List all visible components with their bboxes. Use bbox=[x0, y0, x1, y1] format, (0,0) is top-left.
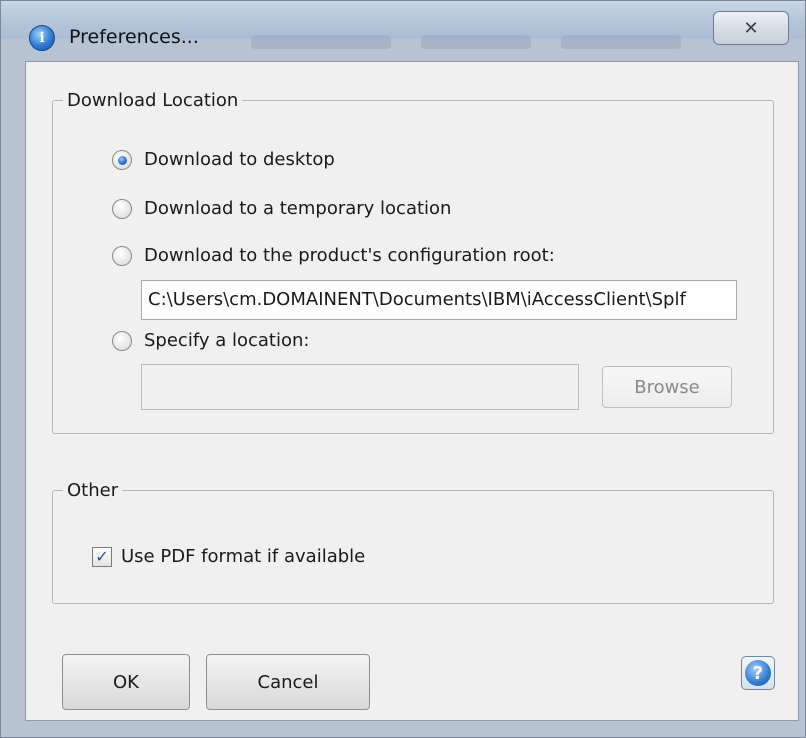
radio-button[interactable] bbox=[112, 198, 132, 219]
config-root-path-field[interactable]: C:\Users\cm.DOMAINENT\Documents\IBM\iAcc… bbox=[141, 280, 737, 320]
radio-button-selected[interactable] bbox=[112, 149, 132, 170]
other-legend: Other bbox=[63, 480, 123, 501]
radio-label: Specify a location: bbox=[144, 330, 310, 351]
pdf-format-label: Use PDF format if available bbox=[121, 546, 366, 567]
radio-label: Download to a temporary location bbox=[144, 198, 452, 219]
radio-button[interactable] bbox=[112, 245, 132, 266]
info-icon: i bbox=[29, 25, 55, 51]
help-icon: ? bbox=[745, 660, 771, 686]
browse-button[interactable]: Browse bbox=[602, 366, 732, 408]
radio-specify-location[interactable]: Specify a location: bbox=[112, 330, 309, 351]
radio-download-desktop[interactable]: Download to desktop bbox=[112, 149, 335, 170]
background-tab-blur bbox=[561, 35, 681, 49]
checkmark-icon[interactable]: ✓ bbox=[92, 546, 112, 567]
radio-button[interactable] bbox=[112, 330, 132, 351]
background-tab-blur bbox=[421, 35, 531, 49]
cancel-button[interactable]: Cancel bbox=[206, 654, 370, 710]
radio-download-temporary[interactable]: Download to a temporary location bbox=[112, 198, 451, 219]
close-button[interactable]: ✕ bbox=[713, 11, 789, 45]
radio-label: Download to desktop bbox=[144, 149, 335, 170]
download-location-legend: Download Location bbox=[63, 90, 243, 111]
ok-button[interactable]: OK bbox=[62, 654, 190, 710]
pdf-format-option[interactable]: ✓ Use PDF format if available bbox=[92, 546, 365, 567]
dialog-body: Download Location Download to desktop Do… bbox=[25, 61, 799, 721]
background-tab-blur bbox=[251, 35, 391, 49]
help-button[interactable]: ? bbox=[741, 656, 775, 690]
specify-location-field[interactable] bbox=[141, 364, 579, 410]
other-group: Other bbox=[52, 480, 774, 604]
radio-download-config-root[interactable]: Download to the product's configuration … bbox=[112, 245, 555, 266]
preferences-dialog: i Preferences... ✕ Download Location Dow… bbox=[0, 0, 806, 738]
radio-label: Download to the product's configuration … bbox=[144, 245, 555, 266]
close-icon: ✕ bbox=[743, 17, 759, 39]
window-title: Preferences... bbox=[69, 26, 199, 48]
